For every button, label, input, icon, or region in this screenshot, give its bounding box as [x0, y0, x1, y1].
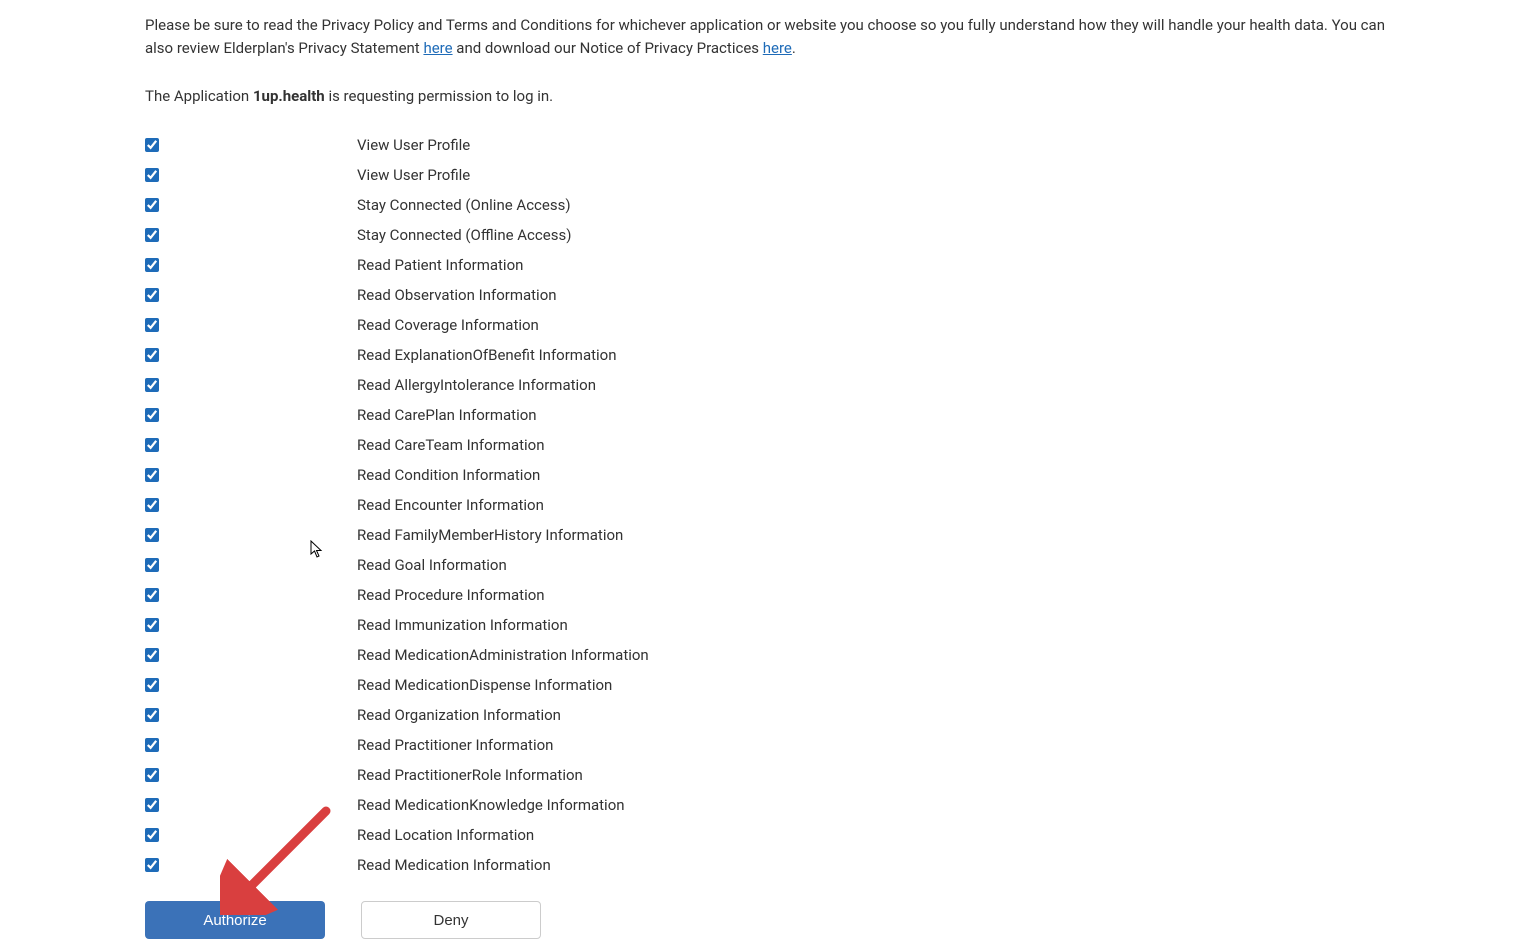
- permission-label: Stay Connected (Online Access): [357, 196, 571, 214]
- permission-row: Read CareTeam Information: [145, 433, 1391, 457]
- permission-row: Read Procedure Information: [145, 583, 1391, 607]
- permission-label: Read MedicationDispense Information: [357, 676, 612, 694]
- permission-label: Read CareTeam Information: [357, 436, 545, 454]
- intro-text-3: .: [792, 39, 796, 57]
- permission-checkbox[interactable]: [145, 318, 159, 332]
- app-name: 1up.health: [253, 87, 325, 105]
- deny-button[interactable]: Deny: [361, 901, 541, 939]
- permission-row: Read ExplanationOfBenefit Information: [145, 343, 1391, 367]
- permission-checkbox[interactable]: [145, 468, 159, 482]
- permission-row: Stay Connected (Online Access): [145, 193, 1391, 217]
- request-prefix: The Application: [145, 87, 253, 105]
- permission-label: Read ExplanationOfBenefit Information: [357, 346, 617, 364]
- permission-label: Read Medication Information: [357, 856, 551, 874]
- permission-checkbox[interactable]: [145, 498, 159, 512]
- button-row: Authorize Deny: [145, 901, 1391, 939]
- permission-row: Read Goal Information: [145, 553, 1391, 577]
- privacy-statement-link[interactable]: here: [423, 39, 452, 57]
- permissions-list: View User Profile View User Profile Stay C…: [145, 133, 1391, 877]
- permission-checkbox[interactable]: [145, 738, 159, 752]
- permission-label: Read CarePlan Information: [357, 406, 537, 424]
- permission-row: Read Patient Information: [145, 253, 1391, 277]
- permission-checkbox[interactable]: [145, 198, 159, 212]
- permission-checkbox[interactable]: [145, 648, 159, 662]
- permission-label: Read Immunization Information: [357, 616, 568, 634]
- permission-checkbox[interactable]: [145, 438, 159, 452]
- intro-text-2: and download our Notice of Privacy Pract…: [453, 39, 763, 57]
- permission-row: Read Practitioner Information: [145, 733, 1391, 757]
- permission-row: Read CarePlan Information: [145, 403, 1391, 427]
- permission-checkbox[interactable]: [145, 168, 159, 182]
- privacy-practices-link[interactable]: here: [763, 39, 792, 57]
- permission-checkbox[interactable]: [145, 348, 159, 362]
- permission-row: Read FamilyMemberHistory Information: [145, 523, 1391, 547]
- request-suffix: is requesting permission to log in.: [325, 87, 553, 105]
- permission-label: View User Profile: [357, 136, 470, 154]
- permission-label: Read MedicationKnowledge Information: [357, 796, 625, 814]
- permission-label: Read Observation Information: [357, 286, 557, 304]
- permission-checkbox[interactable]: [145, 678, 159, 692]
- permission-row: Read Organization Information: [145, 703, 1391, 727]
- permission-checkbox[interactable]: [145, 618, 159, 632]
- permission-label: Read Location Information: [357, 826, 534, 844]
- permission-label: Read Procedure Information: [357, 586, 545, 604]
- permission-checkbox[interactable]: [145, 228, 159, 242]
- permission-label: View User Profile: [357, 166, 470, 184]
- permission-label: Read FamilyMemberHistory Information: [357, 526, 623, 544]
- permission-row: Read Medication Information: [145, 853, 1391, 877]
- permission-row: Read MedicationKnowledge Information: [145, 793, 1391, 817]
- permission-checkbox[interactable]: [145, 378, 159, 392]
- permission-checkbox[interactable]: [145, 408, 159, 422]
- permission-checkbox[interactable]: [145, 528, 159, 542]
- permission-checkbox[interactable]: [145, 858, 159, 872]
- permission-label: Stay Connected (Offline Access): [357, 226, 571, 244]
- permission-row: View User Profile: [145, 163, 1391, 187]
- permission-row: Read MedicationAdministration Informatio…: [145, 643, 1391, 667]
- permission-checkbox[interactable]: [145, 588, 159, 602]
- permission-row: Read Immunization Information: [145, 613, 1391, 637]
- permission-row: Read Condition Information: [145, 463, 1391, 487]
- permission-row: Read Location Information: [145, 823, 1391, 847]
- authorize-button[interactable]: Authorize: [145, 901, 325, 939]
- permission-checkbox[interactable]: [145, 138, 159, 152]
- permission-label: Read Goal Information: [357, 556, 507, 574]
- request-line: The Application 1up.health is requesting…: [145, 87, 1391, 105]
- privacy-intro-paragraph: Please be sure to read the Privacy Polic…: [145, 14, 1391, 59]
- permission-label: Read Organization Information: [357, 706, 561, 724]
- permission-label: Read Coverage Information: [357, 316, 539, 334]
- permission-label: Read Patient Information: [357, 256, 523, 274]
- permission-checkbox[interactable]: [145, 558, 159, 572]
- permission-label: Read MedicationAdministration Informatio…: [357, 646, 649, 664]
- permission-row: Stay Connected (Offline Access): [145, 223, 1391, 247]
- permission-label: Read Practitioner Information: [357, 736, 553, 754]
- permission-row: Read MedicationDispense Information: [145, 673, 1391, 697]
- permission-row: Read AllergyIntolerance Information: [145, 373, 1391, 397]
- permission-checkbox[interactable]: [145, 828, 159, 842]
- permission-label: Read Condition Information: [357, 466, 540, 484]
- permission-label: Read PractitionerRole Information: [357, 766, 583, 784]
- permission-row: View User Profile: [145, 133, 1391, 157]
- permission-checkbox[interactable]: [145, 798, 159, 812]
- permission-checkbox[interactable]: [145, 288, 159, 302]
- permission-checkbox[interactable]: [145, 258, 159, 272]
- permission-row: Read PractitionerRole Information: [145, 763, 1391, 787]
- permission-row: Read Encounter Information: [145, 493, 1391, 517]
- permission-row: Read Coverage Information: [145, 313, 1391, 337]
- permission-label: Read AllergyIntolerance Information: [357, 376, 596, 394]
- permission-label: Read Encounter Information: [357, 496, 544, 514]
- permission-checkbox[interactable]: [145, 708, 159, 722]
- permission-row: Read Observation Information: [145, 283, 1391, 307]
- permission-checkbox[interactable]: [145, 768, 159, 782]
